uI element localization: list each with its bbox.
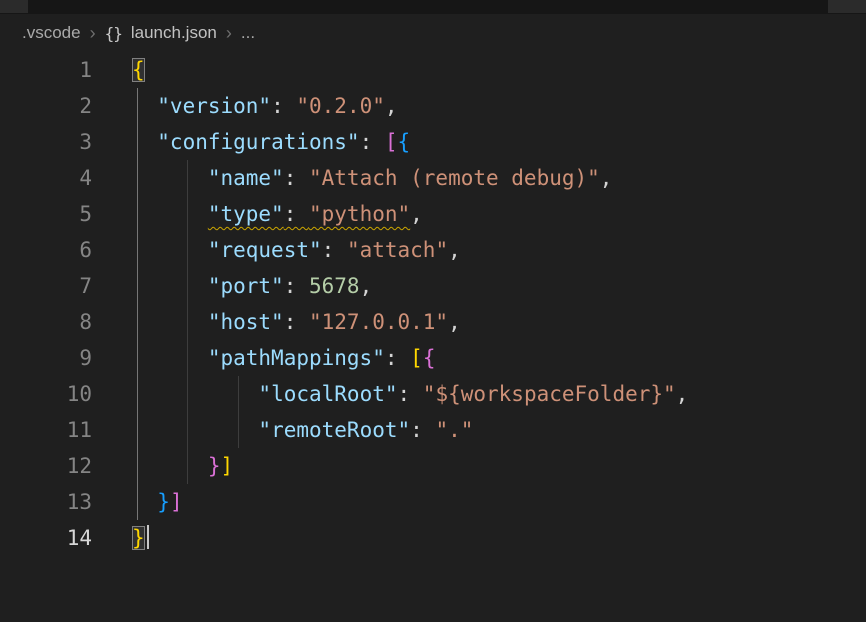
- code-token: ,: [676, 382, 689, 406]
- code-token: "python": [309, 202, 410, 226]
- warning-squiggle: "type": "python": [208, 202, 410, 226]
- chevron-right-icon: ›: [226, 24, 232, 42]
- code-token: ,: [448, 310, 461, 334]
- code-token: {: [423, 346, 436, 370]
- line-number[interactable]: 12: [0, 448, 92, 484]
- code-token: ,: [448, 238, 461, 262]
- code-token: "remoteRoot": [258, 418, 410, 442]
- indent-guide: [187, 160, 188, 484]
- json-file-icon: {}: [105, 24, 122, 43]
- breadcrumb: .vscode › {} launch.json › ...: [0, 14, 866, 52]
- code-token: "configurations": [157, 130, 359, 154]
- line-number[interactable]: 8: [0, 304, 92, 340]
- code-token: :: [284, 310, 309, 334]
- line-number[interactable]: 3: [0, 124, 92, 160]
- code-line[interactable]: "port": 5678,: [132, 268, 866, 304]
- code-line[interactable]: "version": "0.2.0",: [132, 88, 866, 124]
- gutter[interactable]: 1234567891011121314: [0, 52, 92, 556]
- line-number[interactable]: 13: [0, 484, 92, 520]
- code-token: 5678: [309, 274, 360, 298]
- code-line[interactable]: }: [132, 520, 866, 556]
- code-token: "request": [208, 238, 322, 262]
- text-cursor: [147, 525, 149, 549]
- code-token: :: [398, 382, 423, 406]
- indent-guide: [238, 376, 239, 448]
- code-token: ]: [170, 490, 183, 514]
- code-token: "version": [157, 94, 271, 118]
- vscode-window: .vscode › {} launch.json › ... 123456789…: [0, 0, 866, 622]
- code-token: ,: [360, 274, 373, 298]
- code-line[interactable]: "type": "python",: [132, 196, 866, 232]
- line-number[interactable]: 14: [0, 520, 92, 556]
- breadcrumb-symbol[interactable]: ...: [241, 23, 255, 43]
- code-line[interactable]: "name": "Attach (remote debug)",: [132, 160, 866, 196]
- code-token: ,: [600, 166, 613, 190]
- breadcrumb-folder[interactable]: .vscode: [22, 23, 81, 43]
- code-token: "port": [208, 274, 284, 298]
- tab-strip-right-segment: [828, 0, 866, 13]
- line-number[interactable]: 5: [0, 196, 92, 232]
- code-line[interactable]: }]: [132, 448, 866, 484]
- code-token: "name": [208, 166, 284, 190]
- editor[interactable]: 1234567891011121314 {"version": "0.2.0",…: [0, 52, 866, 556]
- code-token: ,: [410, 202, 423, 226]
- line-number[interactable]: 10: [0, 376, 92, 412]
- code-token: "attach": [347, 238, 448, 262]
- code-token: :: [360, 130, 385, 154]
- chevron-right-icon: ›: [90, 24, 96, 42]
- tab-bar-strip: [0, 0, 866, 14]
- code-token: :: [284, 274, 309, 298]
- code-token: :: [385, 346, 410, 370]
- code-token: :: [284, 202, 309, 226]
- line-number[interactable]: 4: [0, 160, 92, 196]
- code-token: {: [132, 58, 145, 82]
- code-token: }: [208, 454, 221, 478]
- code-token: [: [410, 346, 423, 370]
- code-token: }: [132, 526, 145, 550]
- code-token: }: [157, 490, 170, 514]
- code-line[interactable]: "pathMappings": [{: [132, 340, 866, 376]
- code-token: :: [410, 418, 435, 442]
- code-token: "host": [208, 310, 284, 334]
- code-token: :: [271, 94, 296, 118]
- code-token: :: [322, 238, 347, 262]
- code-line[interactable]: "configurations": [{: [132, 124, 866, 160]
- code-token: "localRoot": [258, 382, 397, 406]
- code-token: ,: [385, 94, 398, 118]
- code-line[interactable]: {: [132, 52, 866, 88]
- code-line[interactable]: "request": "attach",: [132, 232, 866, 268]
- tab-strip-left-segment: [0, 0, 28, 13]
- breadcrumb-file[interactable]: launch.json: [131, 23, 217, 43]
- code-line[interactable]: "localRoot": "${workspaceFolder}",: [132, 376, 866, 412]
- line-number[interactable]: 1: [0, 52, 92, 88]
- code-token: "127.0.0.1": [309, 310, 448, 334]
- line-number[interactable]: 9: [0, 340, 92, 376]
- code-token: [: [385, 130, 398, 154]
- indent-guide-active: [137, 88, 138, 520]
- line-number[interactable]: 7: [0, 268, 92, 304]
- code-token: "pathMappings": [208, 346, 385, 370]
- code-area[interactable]: {"version": "0.2.0","configurations": [{…: [132, 52, 866, 556]
- code-token: "type": [208, 202, 284, 226]
- code-token: "${workspaceFolder}": [423, 382, 676, 406]
- code-token: {: [398, 130, 411, 154]
- code-token: "0.2.0": [296, 94, 385, 118]
- code-token: "Attach (remote debug)": [309, 166, 600, 190]
- code-line[interactable]: "host": "127.0.0.1",: [132, 304, 866, 340]
- code-token: :: [284, 166, 309, 190]
- code-line[interactable]: "remoteRoot": ".": [132, 412, 866, 448]
- line-number[interactable]: 11: [0, 412, 92, 448]
- line-number[interactable]: 6: [0, 232, 92, 268]
- code-token: ".": [435, 418, 473, 442]
- code-token: ]: [221, 454, 234, 478]
- code-line[interactable]: }]: [132, 484, 866, 520]
- line-number[interactable]: 2: [0, 88, 92, 124]
